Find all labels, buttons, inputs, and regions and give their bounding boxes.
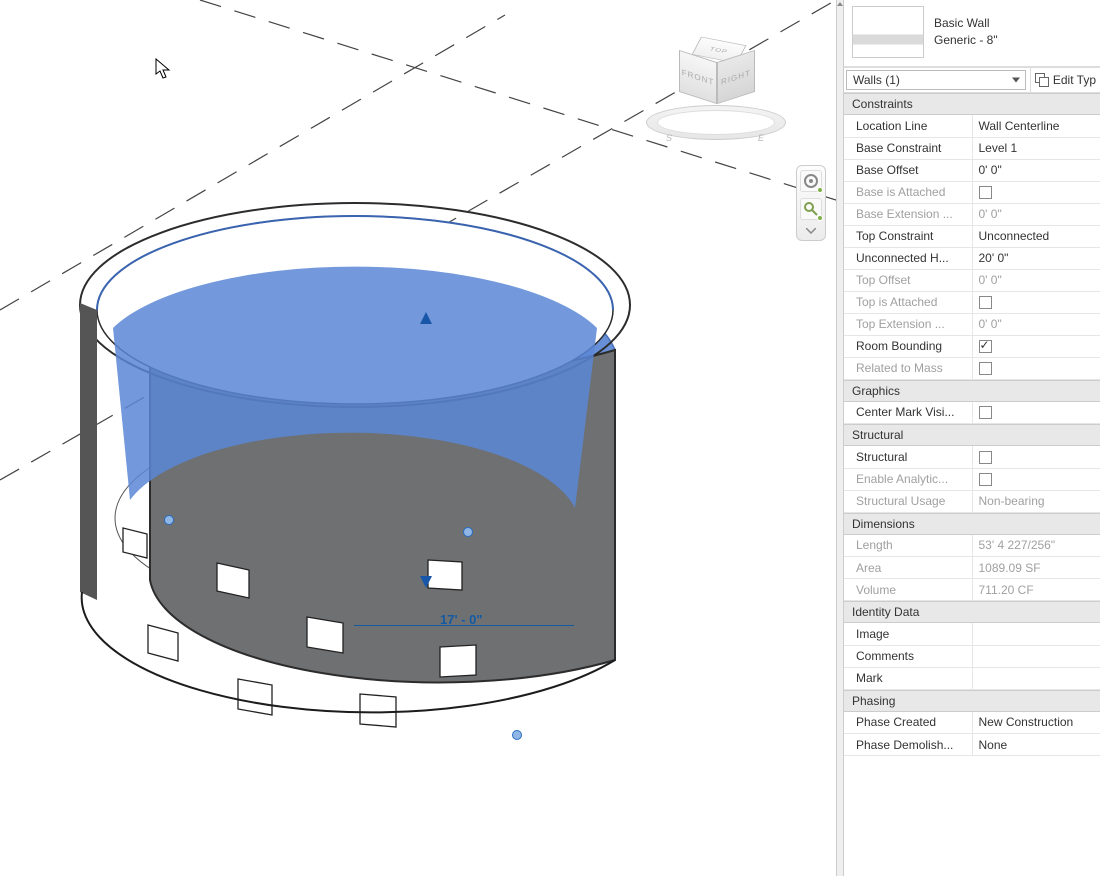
- prop-unconnected-h-label: Unconnected H...: [844, 247, 972, 269]
- edit-type-button[interactable]: Edit Typ: [1030, 68, 1100, 92]
- prop-base-offset-value[interactable]: 0' 0": [972, 159, 1100, 181]
- prop-top-constraint-label: Top Constraint: [844, 225, 972, 247]
- prop-mark-label: Mark: [844, 667, 972, 689]
- prop-base-attached-label: Base is Attached: [844, 181, 972, 203]
- prop-phase-demolished-value[interactable]: None: [972, 734, 1100, 756]
- prop-volume-value: 711.20 CF: [972, 579, 1100, 601]
- prop-related-mass-label: Related to Mass: [844, 357, 972, 379]
- type-name-label: Generic - 8": [934, 32, 998, 49]
- prop-enable-analytic-checkbox: [979, 473, 992, 486]
- prop-base-offset-label: Base Offset: [844, 159, 972, 181]
- prop-top-attached-label: Top is Attached: [844, 291, 972, 313]
- prop-base-constraint-value[interactable]: Level 1: [972, 137, 1100, 159]
- drag-grip[interactable]: [512, 730, 522, 740]
- type-thumbnail[interactable]: [852, 6, 924, 58]
- section-identity[interactable]: Identity Data: [844, 601, 1100, 623]
- prop-center-mark-label: Center Mark Visi...: [844, 402, 972, 424]
- drag-grip[interactable]: [463, 527, 473, 537]
- prop-top-offset-label: Top Offset: [844, 269, 972, 291]
- edit-type-label: Edit Typ: [1053, 73, 1096, 87]
- temporary-dimension[interactable]: 17' - 0": [440, 612, 483, 627]
- prop-top-ext-label: Top Extension ...: [844, 313, 972, 335]
- prop-mark-value[interactable]: [972, 667, 1100, 689]
- prop-image-label: Image: [844, 623, 972, 645]
- prop-base-ext-label: Base Extension ...: [844, 203, 972, 225]
- prop-room-bounding-label: Room Bounding: [844, 335, 972, 357]
- prop-comments-value[interactable]: [972, 645, 1100, 667]
- selection-filter-dropdown[interactable]: Walls (1): [846, 70, 1026, 90]
- viewcube[interactable]: S E TOP FRONT RIGHT: [646, 45, 786, 145]
- prop-location-line-label: Location Line: [844, 115, 972, 137]
- section-graphics[interactable]: Graphics: [844, 380, 1100, 402]
- model-viewport[interactable]: 17' - 0" S E TOP FRONT RIGHT: [0, 0, 836, 876]
- section-phasing[interactable]: Phasing: [844, 690, 1100, 712]
- prop-length-label: Length: [844, 535, 972, 557]
- nav-expand-chevron-icon[interactable]: [800, 226, 822, 236]
- properties-panel: Basic Wall Generic - 8" Walls (1) Edit T…: [844, 0, 1100, 876]
- prop-structural-usage-value: Non-bearing: [972, 490, 1100, 512]
- prop-phase-created-label: Phase Created: [844, 712, 972, 734]
- prop-image-value[interactable]: [972, 623, 1100, 645]
- section-structural[interactable]: Structural: [844, 424, 1100, 446]
- prop-unconnected-h-value[interactable]: 20' 0": [972, 247, 1100, 269]
- prop-location-line-value[interactable]: Wall Centerline: [972, 115, 1100, 137]
- prop-base-ext-value: 0' 0": [972, 203, 1100, 225]
- prop-base-attached-checkbox: [979, 186, 992, 199]
- prop-top-constraint-value[interactable]: Unconnected: [972, 225, 1100, 247]
- type-family-label: Basic Wall: [934, 15, 998, 32]
- prop-area-label: Area: [844, 557, 972, 579]
- nav-zoom-button[interactable]: [800, 198, 822, 220]
- prop-structural-checkbox[interactable]: [979, 451, 992, 464]
- prop-phase-created-value[interactable]: New Construction: [972, 712, 1100, 734]
- edit-type-icon: [1035, 73, 1049, 87]
- prop-structural-usage-label: Structural Usage: [844, 490, 972, 512]
- prop-related-mass-checkbox: [979, 362, 992, 375]
- prop-room-bounding-checkbox[interactable]: [979, 340, 992, 353]
- prop-center-mark-checkbox[interactable]: [979, 406, 992, 419]
- navigation-bar: [796, 165, 826, 241]
- section-dimensions[interactable]: Dimensions: [844, 513, 1100, 535]
- prop-phase-demolished-label: Phase Demolish...: [844, 734, 972, 756]
- flip-arrow-up-icon[interactable]: [420, 312, 432, 324]
- prop-area-value: 1089.09 SF: [972, 557, 1100, 579]
- compass-s: S: [666, 133, 672, 143]
- section-constraints[interactable]: Constraints: [844, 93, 1100, 115]
- flip-arrow-down-icon[interactable]: [420, 576, 432, 588]
- prop-top-offset-value: 0' 0": [972, 269, 1100, 291]
- prop-top-attached-checkbox: [979, 296, 992, 309]
- prop-structural-label: Structural: [844, 446, 972, 468]
- panel-splitter[interactable]: [836, 0, 844, 876]
- drag-grip[interactable]: [164, 515, 174, 525]
- prop-volume-label: Volume: [844, 579, 972, 601]
- prop-comments-label: Comments: [844, 645, 972, 667]
- prop-top-ext-value: 0' 0": [972, 313, 1100, 335]
- prop-length-value: 53' 4 227/256": [972, 535, 1100, 557]
- prop-base-constraint-label: Base Constraint: [844, 137, 972, 159]
- prop-enable-analytic-label: Enable Analytic...: [844, 468, 972, 490]
- compass-e: E: [758, 133, 764, 143]
- nav-wheel-button[interactable]: [800, 170, 822, 192]
